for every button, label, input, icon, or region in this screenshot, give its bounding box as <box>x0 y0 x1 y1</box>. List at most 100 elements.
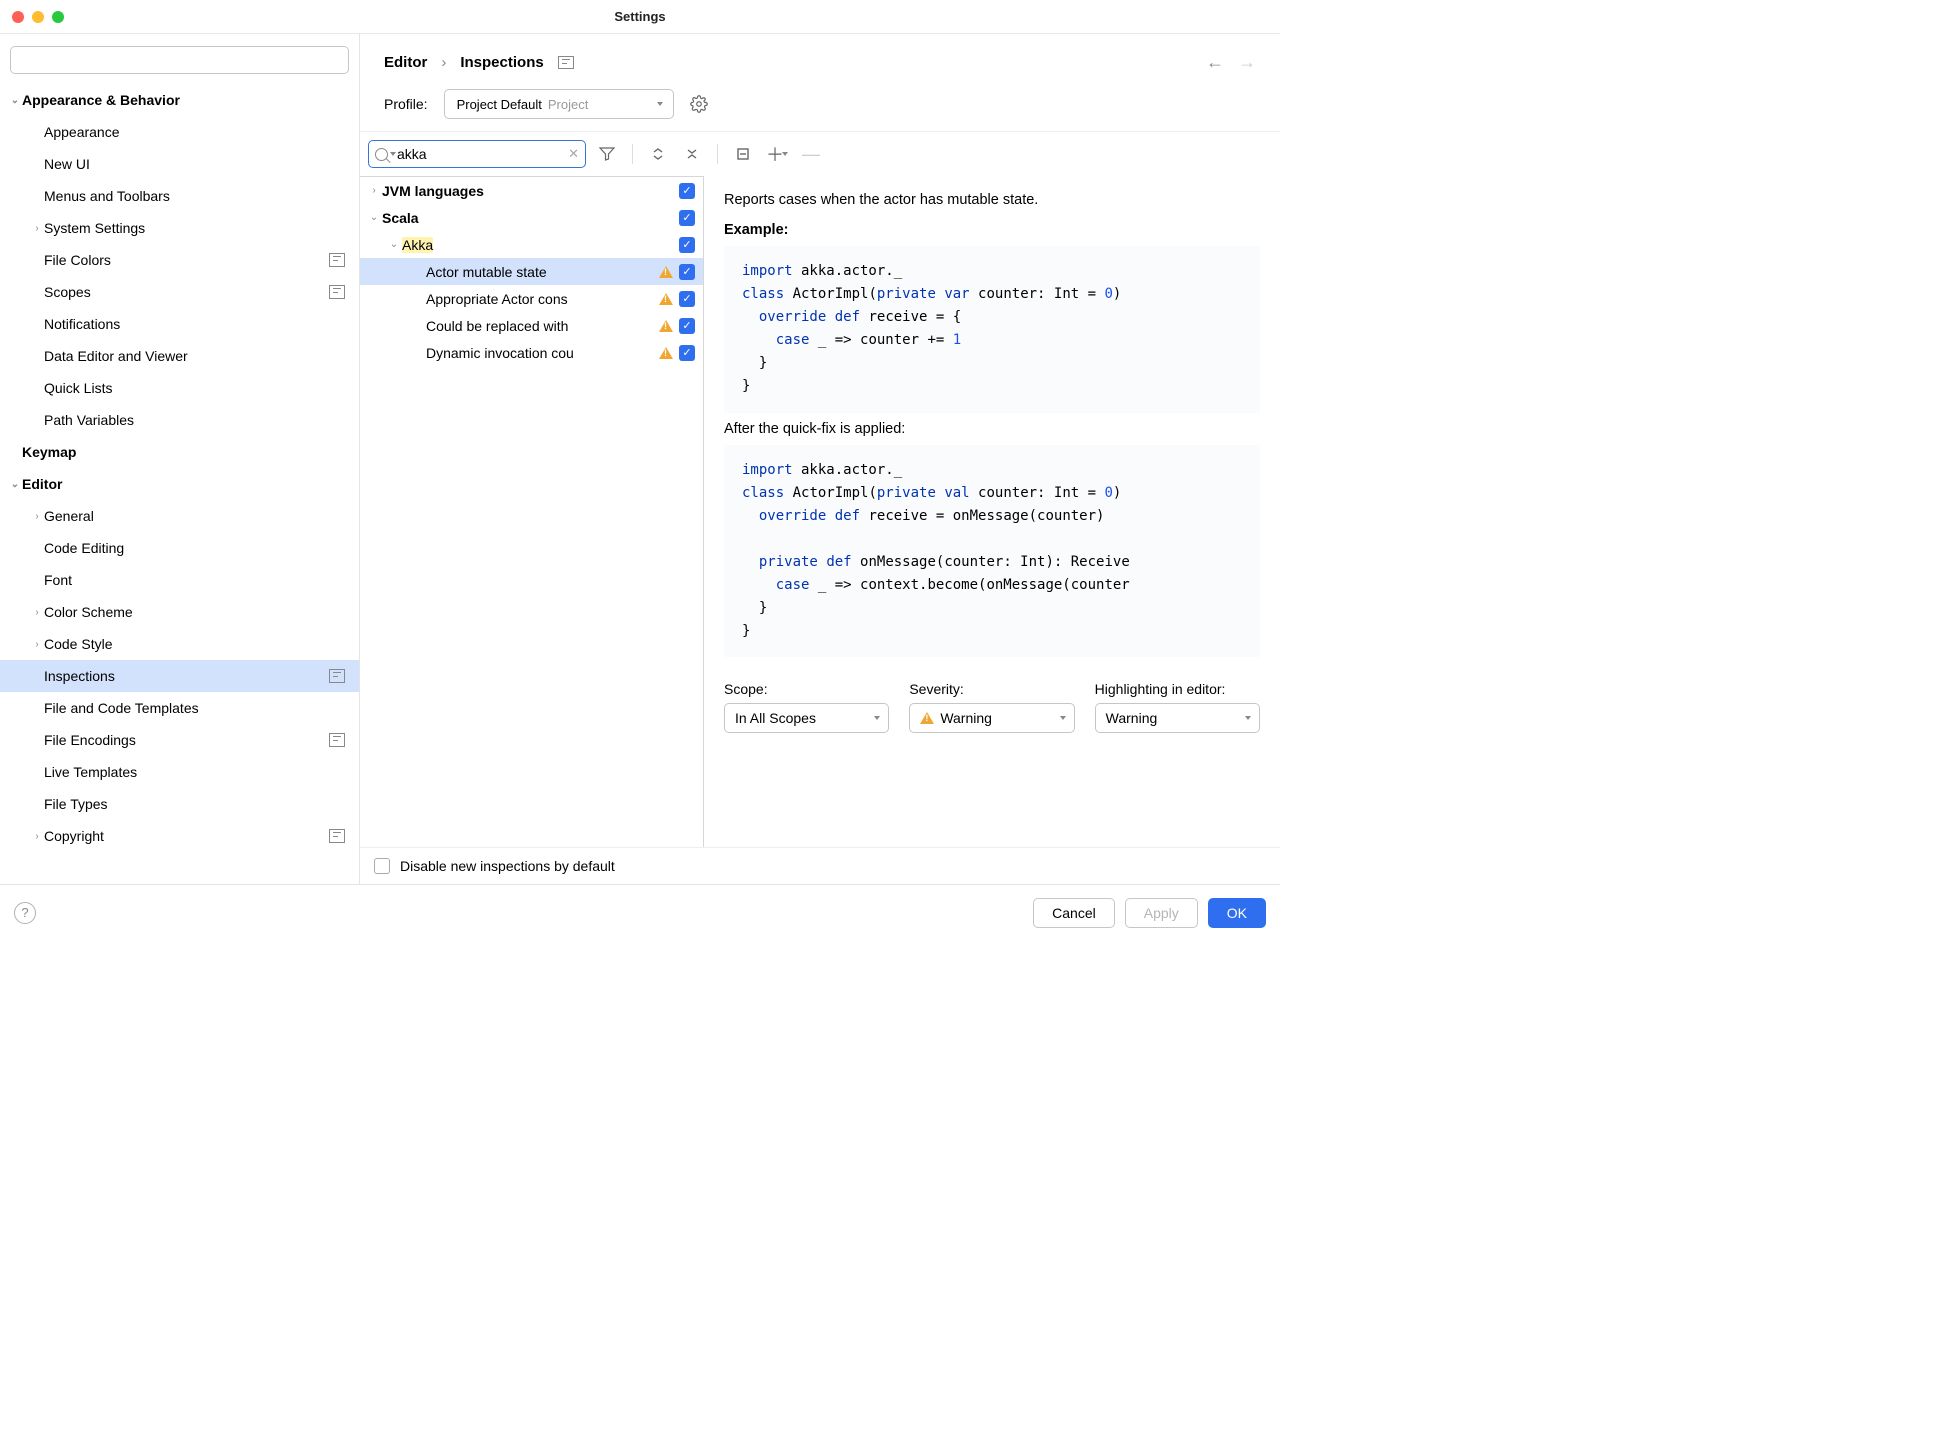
inspection-label: JVM languages <box>382 183 679 199</box>
highlighting-label: Highlighting in editor: <box>1095 681 1260 697</box>
sidebar-item-menus-and-toolbars[interactable]: Menus and Toolbars <box>0 180 359 212</box>
chevron-right-icon: › <box>441 54 446 71</box>
inspection-tree-item[interactable]: Actor mutable state ✓ <box>360 258 703 285</box>
reset-icon[interactable] <box>730 141 756 167</box>
collapse-all-icon[interactable] <box>679 141 705 167</box>
sidebar-item-system-settings[interactable]: ›System Settings <box>0 212 359 244</box>
sidebar-item-file-and-code-templates[interactable]: File and Code Templates <box>0 692 359 724</box>
sidebar-item-scopes[interactable]: Scopes <box>0 276 359 308</box>
inspection-checkbox[interactable]: ✓ <box>679 183 695 199</box>
sidebar-item-label: New UI <box>44 156 359 172</box>
sidebar-item-font[interactable]: Font <box>0 564 359 596</box>
sidebar-item-file-types[interactable]: File Types <box>0 788 359 820</box>
sidebar-item-label: Code Style <box>44 636 359 652</box>
inspection-tree-item[interactable]: Appropriate Actor cons✓ <box>360 285 703 312</box>
add-icon[interactable]: ＋ <box>764 141 790 167</box>
profile-value: Project Default <box>457 97 542 112</box>
chevron-down-icon[interactable]: ⌄ <box>386 239 402 250</box>
example-heading: Example: <box>724 222 1260 238</box>
sidebar-item-label: Menus and Toolbars <box>44 188 359 204</box>
sidebar-item-code-style[interactable]: ›Code Style <box>0 628 359 660</box>
forward-button[interactable]: → <box>1238 52 1256 73</box>
sidebar-item-copyright[interactable]: ›Copyright <box>0 820 359 852</box>
gear-icon[interactable] <box>690 95 708 113</box>
sidebar-item-label: Editor <box>22 476 359 492</box>
project-scope-icon <box>329 285 345 299</box>
chevron-right-icon: › <box>30 831 44 842</box>
chevron-right-icon[interactable]: › <box>366 185 382 196</box>
ok-button[interactable]: OK <box>1208 898 1266 928</box>
severity-label: Severity: <box>909 681 1074 697</box>
breadcrumb-item[interactable]: Editor <box>384 54 427 71</box>
window-controls <box>12 11 64 23</box>
clear-icon[interactable]: ✕ <box>568 146 579 162</box>
inspection-tree-item[interactable]: Dynamic invocation cou✓ <box>360 339 703 366</box>
inspection-checkbox[interactable]: ✓ <box>679 291 695 307</box>
disable-new-inspections-checkbox[interactable] <box>374 858 390 874</box>
help-icon[interactable]: ? <box>14 902 36 924</box>
back-button[interactable]: ← <box>1206 52 1224 73</box>
sidebar-item-appearance[interactable]: Appearance <box>0 116 359 148</box>
sidebar-item-label: File Encodings <box>44 732 329 748</box>
breadcrumb: Editor › Inspections <box>384 54 574 71</box>
sidebar-item-new-ui[interactable]: New UI <box>0 148 359 180</box>
chevron-down-icon[interactable]: ⌄ <box>366 212 382 223</box>
warning-icon <box>659 266 673 278</box>
sidebar-item-label: Appearance <box>44 124 359 140</box>
sidebar-item-inspections[interactable]: Inspections <box>0 660 359 692</box>
sidebar-item-label: General <box>44 508 359 524</box>
inspection-tree-item[interactable]: Could be replaced with✓ <box>360 312 703 339</box>
close-icon[interactable] <box>12 11 24 23</box>
sidebar-item-appearance-behavior[interactable]: ⌄Appearance & Behavior <box>0 84 359 116</box>
apply-button[interactable]: Apply <box>1125 898 1198 928</box>
code-example-before: import akka.actor._ class ActorImpl(priv… <box>724 246 1260 413</box>
inspection-tree-item[interactable]: ›JVM languages✓ <box>360 177 703 204</box>
sidebar-item-color-scheme[interactable]: ›Color Scheme <box>0 596 359 628</box>
remove-icon[interactable]: — <box>798 141 824 167</box>
inspection-checkbox[interactable]: ✓ <box>679 345 695 361</box>
profile-scope: Project <box>548 97 588 112</box>
inspection-search-input[interactable]: ✕ <box>368 140 586 168</box>
inspection-label: Scala <box>382 210 679 226</box>
search-icon <box>375 148 396 161</box>
sidebar-item-editor[interactable]: ⌄Editor <box>0 468 359 500</box>
scope-label: Scope: <box>724 681 889 697</box>
scope-select[interactable]: In All Scopes <box>724 703 889 733</box>
sidebar-item-file-encodings[interactable]: File Encodings <box>0 724 359 756</box>
sidebar-item-file-colors[interactable]: File Colors <box>0 244 359 276</box>
sidebar-item-general[interactable]: ›General <box>0 500 359 532</box>
sidebar-item-path-variables[interactable]: Path Variables <box>0 404 359 436</box>
filter-icon[interactable] <box>594 141 620 167</box>
sidebar-item-label: Quick Lists <box>44 380 359 396</box>
inspection-label: Actor mutable state <box>426 264 659 280</box>
chevron-down-icon: ⌄ <box>8 95 22 106</box>
inspection-checkbox[interactable]: ✓ <box>679 318 695 334</box>
sidebar-item-notifications[interactable]: Notifications <box>0 308 359 340</box>
minimize-icon[interactable] <box>32 11 44 23</box>
project-scope-icon <box>329 733 345 747</box>
profile-select[interactable]: Project Default Project <box>444 89 674 119</box>
sidebar-item-data-editor-and-viewer[interactable]: Data Editor and Viewer <box>0 340 359 372</box>
sidebar-search-input[interactable] <box>10 46 349 74</box>
inspection-tree-item[interactable]: ⌄Akka✓ <box>360 231 703 258</box>
severity-select[interactable]: Warning <box>909 703 1074 733</box>
highlighting-select[interactable]: Warning <box>1095 703 1260 733</box>
sidebar-item-code-editing[interactable]: Code Editing <box>0 532 359 564</box>
sidebar-item-keymap[interactable]: Keymap <box>0 436 359 468</box>
sidebar-item-quick-lists[interactable]: Quick Lists <box>0 372 359 404</box>
sidebar-item-label: File and Code Templates <box>44 700 359 716</box>
chevron-down-icon <box>874 716 880 720</box>
sidebar-item-label: Copyright <box>44 828 329 844</box>
expand-all-icon[interactable] <box>645 141 671 167</box>
project-scope-icon <box>329 829 345 843</box>
zoom-icon[interactable] <box>52 11 64 23</box>
cancel-button[interactable]: Cancel <box>1033 898 1115 928</box>
sidebar-item-live-templates[interactable]: Live Templates <box>0 756 359 788</box>
sidebar-item-label: Appearance & Behavior <box>22 92 359 108</box>
code-example-after: import akka.actor._ class ActorImpl(priv… <box>724 445 1260 658</box>
inspection-tree-item[interactable]: ⌄Scala✓ <box>360 204 703 231</box>
sidebar-item-label: Inspections <box>44 668 329 684</box>
inspection-checkbox[interactable]: ✓ <box>679 264 695 280</box>
inspection-checkbox[interactable]: ✓ <box>679 210 695 226</box>
inspection-checkbox[interactable]: ✓ <box>679 237 695 253</box>
